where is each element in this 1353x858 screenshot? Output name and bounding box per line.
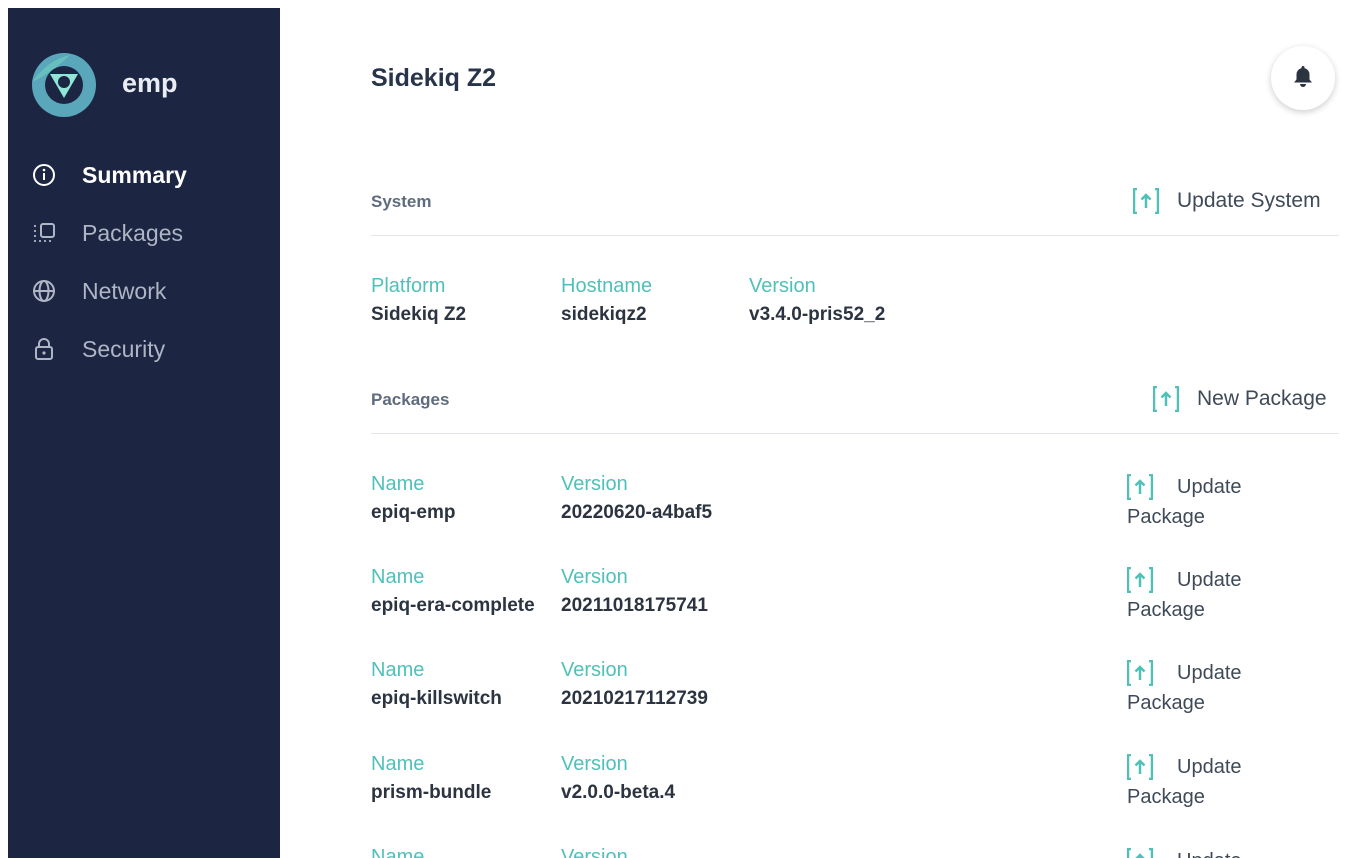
package-name-field: Name prism-bundle <box>371 753 555 804</box>
field-key: Version <box>749 275 816 297</box>
update-package-label-2: Package <box>1127 786 1205 808</box>
update-package-button[interactable]: Update Package <box>1127 474 1287 529</box>
platform-field: Platform Sidekiq Z2 <box>371 275 466 326</box>
package-version: v2.0.0-beta.4 <box>561 782 676 803</box>
update-package-button[interactable]: Update Package <box>1127 567 1287 622</box>
field-key: Hostname <box>561 275 653 297</box>
package-version-field: Version 20211018175741 <box>561 566 749 617</box>
package-name: prism-bundle <box>371 782 492 803</box>
field-key: Name <box>371 566 425 588</box>
package-name-field: Name epiq-era-complete <box>371 566 555 617</box>
package-name-field: Name <box>371 846 555 858</box>
package-name: epiq-killswitch <box>371 688 502 709</box>
field-key: Name <box>371 659 425 681</box>
upload-icon <box>1127 848 1153 858</box>
update-package-label-2: Package <box>1127 692 1205 714</box>
app-root: emp Summary Packages Network Security Si… <box>0 0 1353 858</box>
update-package-label: Update <box>1177 755 1242 778</box>
app-name: emp <box>122 68 178 98</box>
field-value: sidekiqz2 <box>561 304 647 325</box>
package-version: 20211018175741 <box>561 595 708 616</box>
update-package-label: Update <box>1177 475 1242 498</box>
upload-icon <box>1127 474 1153 500</box>
upload-icon <box>1153 386 1179 412</box>
upload-icon <box>1127 754 1153 780</box>
update-package-label: Update <box>1177 850 1242 858</box>
sidebar: emp Summary Packages Network Security <box>8 8 280 858</box>
upload-icon <box>1133 188 1159 214</box>
package-version-field: Version 20220620-a4baf5 <box>561 473 749 524</box>
divider <box>371 235 1339 236</box>
package-version-field: Version <box>561 846 749 858</box>
sidebar-item-label: Summary <box>82 161 187 188</box>
globe-icon <box>32 279 56 303</box>
update-package-label-2: Package <box>1127 506 1205 528</box>
update-package-button[interactable]: Update <box>1127 848 1287 858</box>
update-package-label-2: Package <box>1127 599 1205 621</box>
upload-icon <box>1127 567 1153 593</box>
package-version: 20220620-a4baf5 <box>561 502 713 523</box>
field-key: Version <box>561 473 628 495</box>
bell-icon <box>1292 64 1314 93</box>
sidebar-item-label: Security <box>82 335 166 362</box>
sidebar-item-packages[interactable]: Packages <box>32 218 183 248</box>
update-package-label: Update <box>1177 568 1242 591</box>
package-name-field: Name epiq-killswitch <box>371 659 555 710</box>
package-name: epiq-emp <box>371 502 456 523</box>
field-key: Platform <box>371 275 446 297</box>
package-version-field: Version 20210217112739 <box>561 659 749 710</box>
update-system-button[interactable]: Update System <box>1133 188 1321 214</box>
package-name: epiq-era-complete <box>371 595 535 616</box>
sidebar-item-network[interactable]: Network <box>32 276 166 306</box>
package-version: 20210217112739 <box>561 688 708 709</box>
lock-icon <box>32 337 56 361</box>
field-key: Version <box>561 659 628 681</box>
emp-logo-icon <box>32 53 96 117</box>
sidebar-item-label: Network <box>82 277 167 304</box>
field-key: Name <box>371 753 425 775</box>
field-key: Version <box>561 846 628 858</box>
sidebar-item-security[interactable]: Security <box>32 334 165 364</box>
new-package-button[interactable]: New Package <box>1153 386 1327 412</box>
upload-icon <box>1127 660 1153 686</box>
update-package-button[interactable]: Update Package <box>1127 660 1287 715</box>
field-key: Name <box>371 846 425 858</box>
update-package-label: Update <box>1177 661 1242 684</box>
notifications-button[interactable] <box>1271 46 1335 110</box>
field-key: Name <box>371 473 425 495</box>
system-section-label: System <box>371 192 432 211</box>
info-icon <box>32 163 56 187</box>
field-key: Version <box>561 566 628 588</box>
version-field: Version v3.4.0-pris52_2 <box>749 275 885 326</box>
divider <box>371 433 1339 434</box>
field-value: v3.4.0-pris52_2 <box>749 304 886 325</box>
packages-section-label: Packages <box>371 390 450 409</box>
package-name-field: Name epiq-emp <box>371 473 555 524</box>
packages-icon <box>32 221 56 245</box>
package-version-field: Version v2.0.0-beta.4 <box>561 753 749 804</box>
new-package-label: New Package <box>1197 387 1327 410</box>
update-package-button[interactable]: Update Package <box>1127 754 1287 809</box>
update-system-label: Update System <box>1177 189 1321 212</box>
field-key: Version <box>561 753 628 775</box>
sidebar-item-label: Packages <box>82 219 184 246</box>
sidebar-item-summary[interactable]: Summary <box>32 160 187 190</box>
hostname-field: Hostname sidekiqz2 <box>561 275 652 326</box>
page-title: Sidekiq Z2 <box>371 64 497 92</box>
field-value: Sidekiq Z2 <box>371 304 467 325</box>
